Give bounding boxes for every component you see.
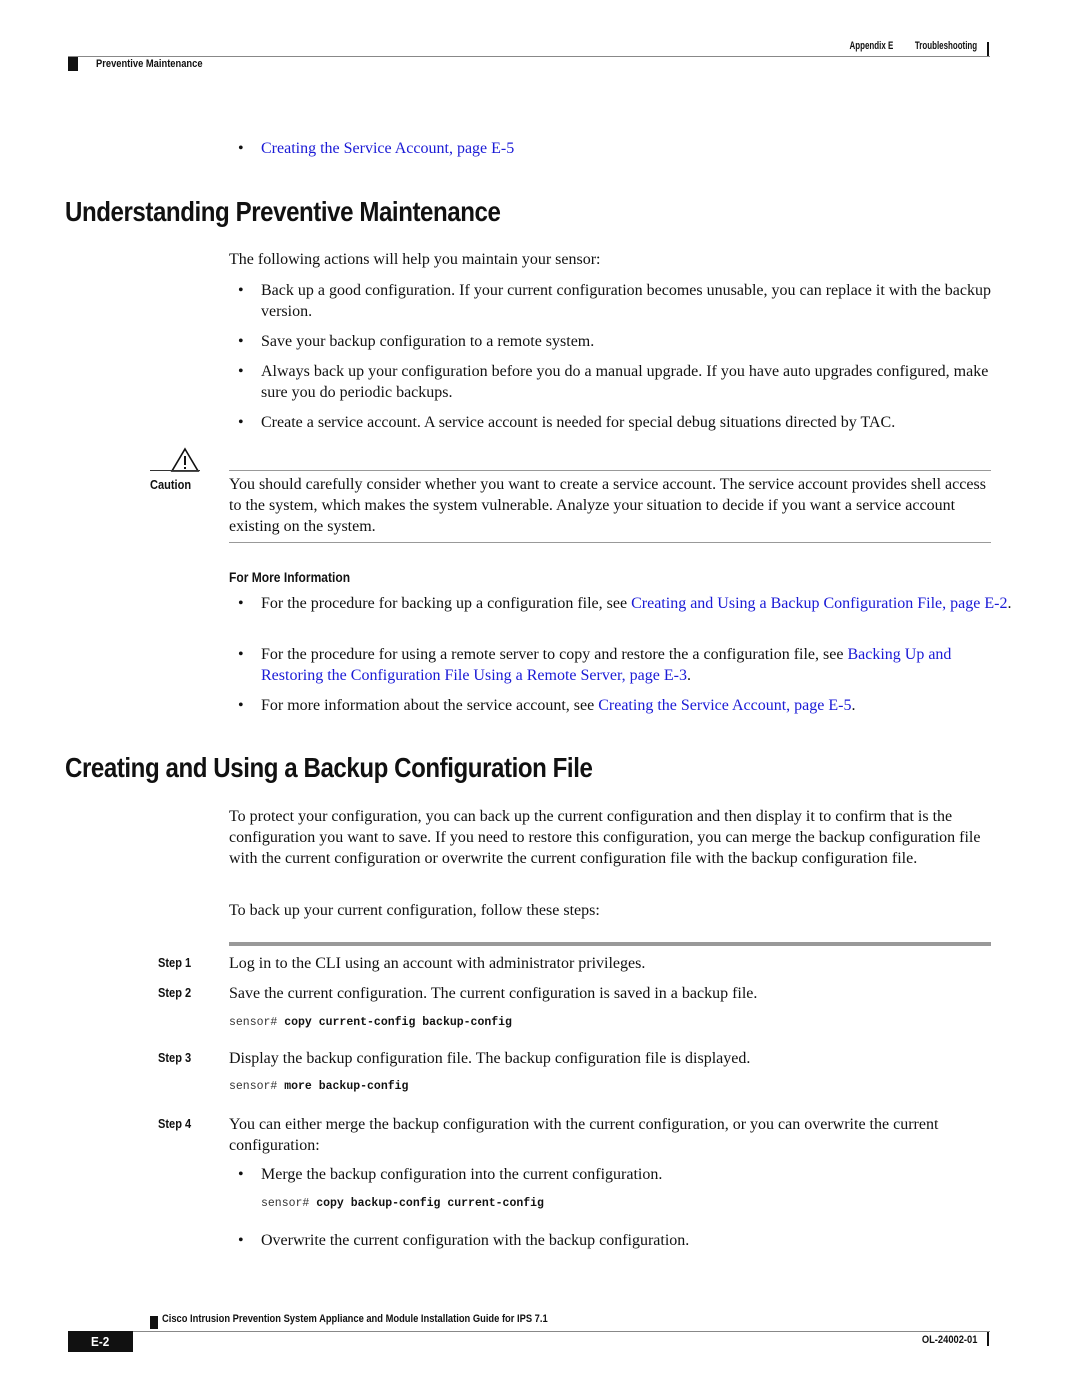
running-header-chapter: Appendix E Troubleshooting — [818, 40, 977, 52]
bullet-icon: • — [238, 282, 244, 299]
footer-marker-box — [150, 1316, 158, 1329]
section1-intro: The following actions will help you main… — [229, 251, 601, 268]
bullet-icon: • — [238, 646, 244, 663]
list-item: • Creating the Service Account, page E-5 — [238, 138, 1013, 159]
footer-marker-bar — [987, 1332, 989, 1346]
list-item: • For more information about the service … — [238, 697, 856, 714]
bullet-icon: • — [238, 363, 244, 380]
list-item: • Overwrite the current configuration wit… — [238, 1232, 690, 1249]
bullet-icon: • — [238, 414, 244, 431]
step-1-label: Step 1 — [158, 955, 192, 970]
bullet-icon: • — [238, 140, 244, 157]
merge-command: sensor# copy backup-config current-confi… — [261, 1197, 544, 1210]
steps-rule — [229, 942, 991, 946]
chapter-title: Troubleshooting — [914, 40, 977, 52]
more-info-heading: For More Information — [229, 569, 351, 585]
doc-number: OL-24002-01 — [921, 1334, 977, 1346]
step-2-command: sensor# copy current-config backup-confi… — [229, 1016, 512, 1029]
bullet-icon: • — [238, 1232, 244, 1249]
footer-guide-title: Cisco Intrusion Prevention System Applia… — [162, 1313, 548, 1325]
running-header-section: Preventive Maintenance — [96, 58, 203, 70]
caution-text: You should carefully consider whether yo… — [229, 476, 986, 535]
step-3-text: Display the backup configuration file. T… — [229, 1050, 751, 1067]
chapter-label: Appendix E — [849, 40, 894, 52]
caution-bottom-rule — [229, 542, 991, 543]
caution-icon-rule — [150, 470, 200, 471]
caution-top-rule — [229, 470, 991, 471]
section2-lead: To back up your current configuration, f… — [229, 902, 600, 919]
step-4-text: You can either merge the backup configur… — [229, 1116, 939, 1154]
section2-intro: To protect your configuration, you can b… — [229, 808, 981, 867]
list-item: • Merge the backup configuration into the… — [238, 1166, 663, 1183]
bullet-icon: • — [238, 1166, 244, 1183]
bullet-icon: • — [238, 595, 244, 612]
step-2-text: Save the current configuration. The curr… — [229, 985, 758, 1002]
bullet-icon: • — [238, 333, 244, 350]
list-item: • For the procedure for using a remote se… — [238, 646, 952, 684]
step-2-label: Step 2 — [158, 985, 192, 1000]
list-item: • Create a service account. A service acc… — [238, 414, 896, 431]
header-rule — [68, 56, 990, 57]
list-item: • Always back up your configuration befor… — [238, 363, 989, 401]
service-account-link-2[interactable]: Creating the Service Account, page E-5 — [598, 697, 851, 714]
section-title-preventive-maintenance: Understanding Preventive Maintenance — [65, 196, 501, 227]
list-item: • Save your backup configuration to a rem… — [238, 333, 595, 350]
caution-label: Caution — [150, 477, 192, 492]
page-number: E-2 — [68, 1331, 133, 1352]
list-item: • For the procedure for backing up a conf… — [238, 595, 1012, 612]
step-3-command: sensor# more backup-config — [229, 1080, 409, 1093]
step-4-label: Step 4 — [158, 1116, 192, 1131]
footer-rule — [68, 1331, 990, 1332]
bullet-icon: • — [238, 697, 244, 714]
header-marker-bar — [987, 42, 989, 56]
step-3-label: Step 3 — [158, 1050, 192, 1065]
backup-config-link[interactable]: Creating and Using a Backup Configuratio… — [631, 595, 1007, 612]
header-marker-box — [68, 57, 78, 71]
step-1-text: Log in to the CLI using an account with … — [229, 955, 646, 972]
list-item: • Back up a good configuration. If your c… — [238, 282, 991, 320]
section-title-backup-config: Creating and Using a Backup Configuratio… — [65, 752, 593, 783]
service-account-link[interactable]: Creating the Service Account, page E-5 — [261, 140, 514, 157]
